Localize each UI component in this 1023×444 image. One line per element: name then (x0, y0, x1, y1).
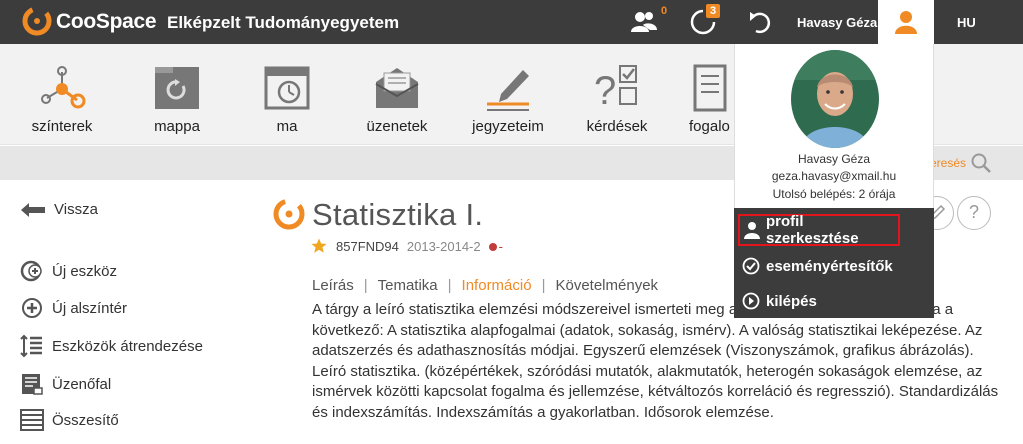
sidebar-item-new-tool[interactable]: Új eszköz (20, 259, 117, 283)
tab-informacio[interactable]: Információ (462, 277, 532, 294)
folder-icon (155, 67, 199, 109)
user-menu-button[interactable] (878, 0, 934, 44)
toolbar-label: mappa (154, 118, 200, 135)
envelope-icon (375, 68, 419, 108)
menu-item-label: kilépés (766, 292, 817, 310)
help-button[interactable]: ? (957, 196, 991, 230)
sidebar-item-label: Új alszíntér (52, 299, 128, 317)
status-suffix: - (498, 239, 503, 254)
search-label[interactable]: eresés (930, 156, 966, 170)
search-icon[interactable] (970, 152, 992, 174)
svg-text:?: ? (594, 69, 616, 112)
tab-separator: | (541, 277, 546, 294)
edit-profile-menu-item[interactable]: profil szerkesztése (738, 213, 900, 247)
dropdown-user-email: geza.havasy@xmail.hu (771, 169, 897, 183)
avatar[interactable] (791, 50, 879, 148)
people-icon[interactable] (628, 6, 662, 38)
logout-icon (742, 292, 760, 310)
toolbar-item-fogalomtar[interactable]: fogalo (685, 44, 733, 145)
message-board-icon (22, 374, 43, 395)
network-icon (41, 66, 86, 109)
menu-item-label: profil szerkesztése (766, 213, 859, 247)
app-logo-text[interactable]: CooSpace (56, 10, 157, 34)
user-card: Havasy Géza geza.havasy@xmail.hu Utolsó … (734, 44, 934, 208)
calendar-icon (264, 66, 310, 110)
reorder-icon (20, 334, 42, 358)
course-meta: 857FND94 2013-2014-2 - (336, 239, 503, 254)
favorite-star-icon[interactable] (311, 238, 327, 254)
help-icon: ? (968, 202, 979, 222)
toolbar-label: jegyzeteim (472, 118, 544, 135)
toolbar-item-ma[interactable]: ma (247, 44, 327, 145)
sidebar-item-label: Eszközök átrendezése (52, 337, 203, 355)
language-selector[interactable]: HU (957, 15, 976, 30)
back-link[interactable]: Vissza (20, 201, 98, 218)
user-dropdown-menu: Havasy Géza geza.havasy@xmail.hu Utolsó … (734, 44, 934, 318)
sidebar-item-new-subscene[interactable]: Új alszíntér (20, 296, 127, 320)
toolbar-label: színterek (31, 118, 93, 135)
sidebar-item-summary[interactable]: Összesítő (20, 409, 119, 431)
tab-separator: | (363, 277, 368, 294)
course-description: A tárgy a leíró statisztika elemzési mód… (312, 301, 999, 421)
course-semester: 2013-2014-2 (406, 239, 481, 254)
avatar-photo (791, 50, 879, 148)
glossary-icon (693, 64, 727, 112)
arrow-left-icon (21, 202, 45, 217)
toolbar-label: üzenetek (366, 118, 428, 135)
toolbar-item-uzenetek[interactable]: üzenetek (357, 44, 437, 145)
undo-icon[interactable] (744, 6, 778, 38)
add-subscene-icon (22, 298, 42, 318)
check-circle-icon (742, 257, 760, 275)
toolbar-item-szinterek[interactable]: színterek (22, 44, 102, 145)
summary-icon (20, 409, 44, 431)
course-logo-icon (273, 198, 305, 230)
sidebar-item-label: Üzenőfal (52, 375, 112, 393)
last-login-text: Utolsó belépés: 2 órája (772, 187, 896, 201)
toolbar-label: fogalo (689, 118, 730, 135)
logout-menu-item[interactable]: kilépés (738, 285, 900, 317)
pencil-icon (487, 70, 529, 111)
tab-tematika[interactable]: Tematika (378, 277, 438, 294)
sidebar-item-label: Összesítő (52, 411, 119, 429)
toolbar-label: ma (276, 118, 298, 135)
course-title: Statisztika I. (312, 197, 484, 232)
toolbar-label: kérdések (586, 118, 648, 135)
tab-separator: | (447, 277, 452, 294)
people-badge: 0 (661, 5, 668, 17)
toolbar-item-mappa[interactable]: mappa (137, 44, 217, 145)
toolbar-item-kerdesek[interactable]: ? kérdések (577, 44, 657, 145)
notifications-badge: 3 (706, 4, 721, 18)
top-bar: CooSpace Elképzelt Tudományegyetem 0 3 H… (0, 0, 1023, 44)
course-tabs: Leírás | Tematika | Információ | Követel… (312, 277, 658, 294)
user-icon (744, 222, 760, 239)
sidebar-item-label: Új eszköz (52, 262, 118, 280)
organization-name: Elképzelt Tudományegyetem (167, 13, 400, 32)
course-code: 857FND94 (336, 239, 399, 254)
coospace-logo-icon[interactable] (22, 6, 52, 36)
add-tool-icon (20, 260, 42, 282)
dropdown-user-name: Havasy Géza (797, 152, 871, 166)
status-dot (488, 242, 497, 251)
sidebar-item-reorder[interactable]: Eszközök átrendezése (20, 334, 203, 358)
toolbar-item-jegyzeteim[interactable]: jegyzeteim (466, 44, 550, 145)
user-icon (895, 11, 917, 34)
tab-leiras[interactable]: Leírás (312, 277, 354, 294)
sidebar-item-message-board[interactable]: Üzenőfal (20, 372, 111, 396)
notifications-settings-menu-item[interactable]: eseményértesítők (738, 250, 900, 282)
tab-kovetelmenyek[interactable]: Követelmények (555, 277, 658, 294)
back-label: Vissza (54, 201, 98, 218)
menu-item-label: eseményértesítők (766, 257, 893, 275)
quiz-icon: ? (594, 65, 637, 112)
user-name[interactable]: Havasy Géza (797, 15, 877, 30)
